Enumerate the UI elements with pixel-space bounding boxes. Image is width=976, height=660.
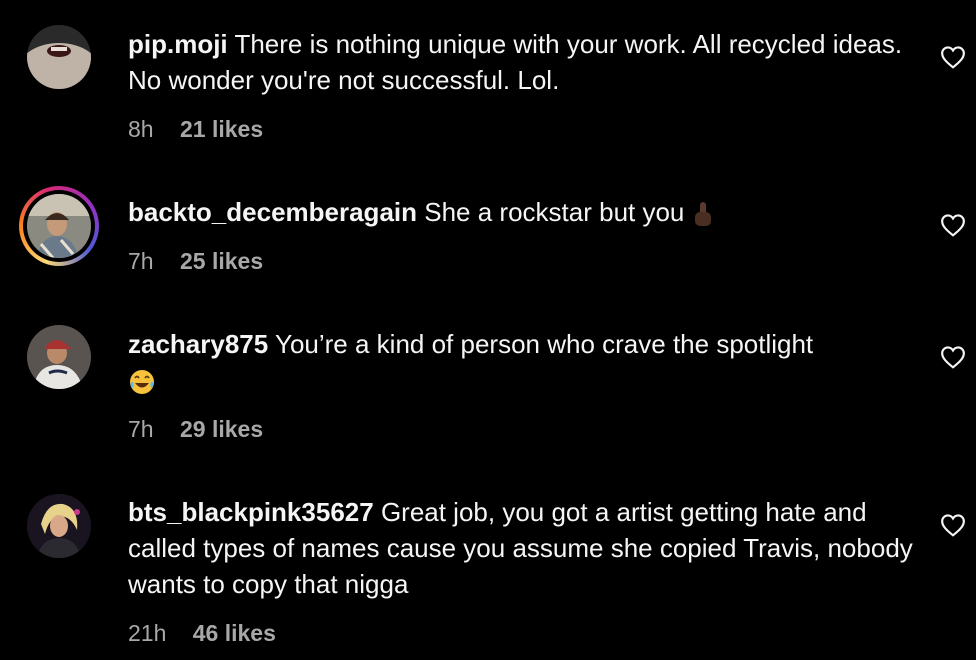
comment-meta: 8h 21 likes [128,116,263,143]
avatar-performer-photo-icon [27,494,91,558]
comment-body: You’re a kind of person who crave the sp… [275,329,814,359]
comment-likes[interactable]: 46 likes [193,620,276,646]
avatar[interactable] [27,325,91,389]
heart-icon[interactable] [940,345,966,369]
avatar[interactable] [27,494,91,558]
comment-text: zachary875 You’re a kind of person who c… [128,326,918,398]
comment-body: There is nothing unique with your work. … [128,29,903,95]
comment-time[interactable]: 21h [128,620,166,646]
avatar-mouth-photo-icon [27,25,91,89]
comment-username[interactable]: zachary875 [128,329,268,359]
comment-username[interactable]: backto_decemberagain [128,197,417,227]
comment-body: She a rockstar but you [424,197,685,227]
comment-time[interactable]: 7h [128,248,154,274]
comment-time[interactable]: 8h [128,116,154,142]
comment-text: bts_blackpink35627 Great job, you got a … [128,494,918,602]
middle-finger-emoji-icon [694,202,711,227]
comment-likes[interactable]: 21 likes [180,116,263,142]
comment-meta: 7h 29 likes [128,416,263,443]
heart-icon[interactable] [940,513,966,537]
comment-time[interactable]: 7h [128,416,154,442]
laughing-emoji-icon [130,370,154,395]
comment-likes[interactable]: 29 likes [180,416,263,442]
comment-meta: 21h 46 likes [128,620,276,647]
story-ring[interactable] [19,186,99,266]
avatar-baseball-player-photo-icon [27,325,91,389]
avatar-person-photo-icon [27,194,91,258]
comment-meta: 7h 25 likes [128,248,263,275]
heart-icon[interactable] [940,213,966,237]
heart-icon[interactable] [940,45,966,69]
avatar[interactable] [27,194,91,258]
comment-username[interactable]: bts_blackpink35627 [128,497,374,527]
avatar[interactable] [27,25,91,89]
comment-username[interactable]: pip.moji [128,29,228,59]
comment-likes[interactable]: 25 likes [180,248,263,274]
comment-text: backto_decemberagain She a rockstar but … [128,194,918,230]
comment-text: pip.moji There is nothing unique with yo… [128,26,918,98]
